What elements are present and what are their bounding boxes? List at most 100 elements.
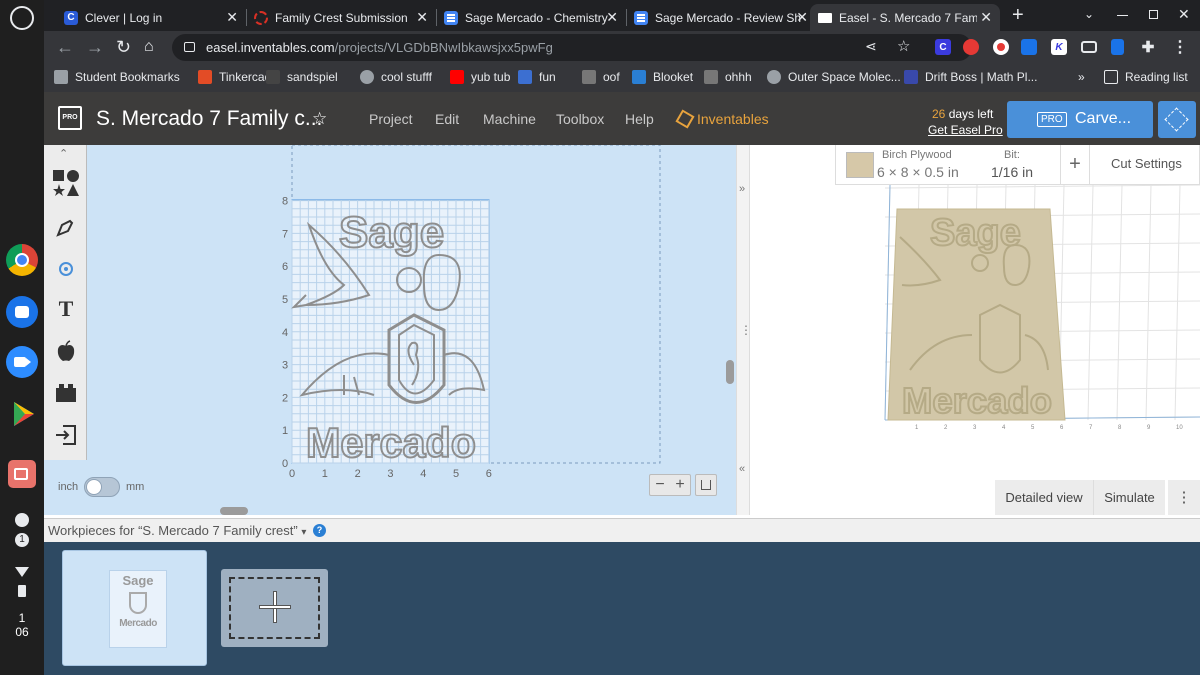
- tab-family-crest[interactable]: Family Crest Submission ✕: [246, 4, 436, 31]
- workpieces-label[interactable]: Workpieces for “S. Mercado 7 Family cres…: [48, 523, 306, 538]
- easel-logo-icon[interactable]: PRO: [58, 106, 82, 130]
- tab-easel[interactable]: Easel - S. Mercado 7 Famil ✕: [810, 4, 1000, 31]
- play-store-icon[interactable]: [6, 398, 38, 430]
- favorite-star-icon[interactable]: ☆: [312, 109, 327, 129]
- close-window-icon[interactable]: ✕: [1178, 6, 1190, 23]
- help-icon[interactable]: ?: [313, 524, 326, 537]
- launcher-icon[interactable]: [10, 6, 34, 30]
- chevron-down-icon[interactable]: ▾: [301, 527, 306, 538]
- zoom-icon[interactable]: [6, 346, 38, 378]
- menu-inventables[interactable]: Inventables: [697, 111, 769, 127]
- close-icon[interactable]: ✕: [796, 9, 808, 26]
- bookmark-7[interactable]: Blooket: [632, 70, 693, 84]
- bookmark-1[interactable]: Tinkercad: [198, 70, 271, 84]
- bit-value[interactable]: 1/16 in: [991, 164, 1033, 180]
- panel-divider[interactable]: » ⋮ «: [736, 145, 752, 515]
- zoom-in-button[interactable]: +: [675, 476, 684, 494]
- material-name[interactable]: Birch Plywood: [882, 149, 952, 161]
- system-tray[interactable]: 1 1 06: [0, 505, 44, 639]
- bookmark-2[interactable]: sandspiel: [266, 70, 338, 84]
- add-workpiece-button[interactable]: [221, 569, 328, 647]
- bookmark-8[interactable]: ohhh: [704, 70, 752, 84]
- site-info-icon[interactable]: [184, 42, 195, 52]
- chrome-menu-icon[interactable]: ⋮: [1172, 39, 1188, 56]
- reload-icon[interactable]: ↻: [116, 37, 131, 57]
- new-tab-button[interactable]: +: [1012, 4, 1024, 27]
- menu-toolbox[interactable]: Toolbox: [556, 111, 604, 127]
- exit-app-icon[interactable]: [8, 460, 36, 488]
- apple-icon[interactable]: [50, 335, 82, 367]
- shapes-icon[interactable]: [50, 167, 82, 199]
- extension-trash-icon[interactable]: [1111, 39, 1124, 55]
- reading-list[interactable]: Reading list: [1104, 70, 1188, 84]
- collapse-up-icon[interactable]: ⌃: [59, 147, 68, 160]
- menu-edit[interactable]: Edit: [435, 111, 459, 127]
- more-options-icon[interactable]: ⋮: [1168, 480, 1200, 515]
- scroll-handle-vertical[interactable]: [726, 360, 734, 384]
- crest-top-text[interactable]: Sage: [338, 207, 445, 258]
- home-icon[interactable]: ⌂: [144, 37, 154, 57]
- add-bit-button[interactable]: +: [1060, 145, 1090, 185]
- extension-screencast-icon[interactable]: [1021, 39, 1037, 55]
- bookmarks-overflow[interactable]: »: [1078, 70, 1085, 84]
- crest-bottom-text[interactable]: Mercado: [305, 418, 477, 467]
- minimize-icon[interactable]: [1117, 15, 1128, 16]
- cut-settings-button[interactable]: Cut Settings: [1111, 156, 1182, 171]
- extensions-puzzle-icon[interactable]: ✚: [1140, 39, 1156, 56]
- menu-project[interactable]: Project: [369, 111, 413, 127]
- expand-right-icon[interactable]: »: [739, 183, 745, 195]
- bookmark-3[interactable]: cool stufff: [360, 70, 432, 84]
- notification-dot: [15, 513, 29, 527]
- extension-chat-icon[interactable]: [963, 39, 979, 55]
- tab-clever[interactable]: C Clever | Log in ✕: [56, 4, 246, 31]
- bookmark-9[interactable]: Outer Space Molec...: [767, 70, 901, 84]
- zoom-home-button[interactable]: [695, 474, 717, 496]
- bookmark-10[interactable]: Drift Boss | Math Pl...: [904, 70, 1037, 84]
- address-bar[interactable]: easel.inventables.com/projects/VLGDbBNwI…: [172, 34, 972, 61]
- text-icon[interactable]: T: [50, 293, 82, 325]
- bookmark-star-icon[interactable]: ☆: [897, 37, 910, 55]
- unit-toggle[interactable]: [84, 477, 120, 497]
- restore-icon[interactable]: [1149, 10, 1158, 19]
- close-icon[interactable]: ✕: [226, 9, 238, 26]
- tab-review-doc[interactable]: Sage Mercado - Review Sh ✕: [626, 4, 816, 31]
- close-icon[interactable]: ✕: [980, 9, 992, 26]
- project-title[interactable]: S. Mercado 7 Family c...: [96, 107, 322, 131]
- camera-icon[interactable]: [6, 296, 38, 328]
- bookmark-5[interactable]: fun: [518, 70, 556, 84]
- carve-button[interactable]: PRO Carve...: [1007, 101, 1153, 138]
- bookmark-6[interactable]: oof: [582, 70, 620, 84]
- extension-screen-icon[interactable]: [1081, 41, 1097, 53]
- apps-bricks-icon[interactable]: [50, 377, 82, 409]
- workpiece-thumbnail[interactable]: Sage Mercado: [62, 550, 207, 666]
- move-machine-button[interactable]: [1158, 101, 1196, 138]
- design-canvas[interactable]: 0 1 2 3 4 5 6 0 1 2 3 4 5 6 7 8 Sage Mercado inch mm − …: [44, 145, 736, 515]
- share-icon[interactable]: ⋖: [865, 38, 877, 55]
- bookmark-4[interactable]: yub tub: [450, 70, 510, 84]
- target-icon[interactable]: [50, 253, 82, 285]
- material-swatch[interactable]: [846, 152, 874, 178]
- close-icon[interactable]: ✕: [606, 9, 618, 26]
- back-icon[interactable]: ←: [56, 37, 74, 57]
- forward-icon[interactable]: →: [86, 37, 104, 57]
- zoom-out-button[interactable]: −: [655, 476, 664, 494]
- extension-c-icon[interactable]: C: [935, 39, 951, 55]
- menu-machine[interactable]: Machine: [483, 111, 536, 127]
- detailed-view-button[interactable]: Detailed view: [995, 480, 1093, 515]
- pen-icon[interactable]: [50, 211, 82, 243]
- scroll-handle-horizontal[interactable]: [220, 507, 248, 515]
- menu-help[interactable]: Help: [625, 111, 654, 127]
- bookmark-0[interactable]: Student Bookmarks: [54, 70, 180, 84]
- extension-record-icon[interactable]: [993, 39, 1009, 55]
- preview-render[interactable]: Sage Mercado 1 2 3 4 5 6 7 8 9 10: [750, 145, 1200, 445]
- extension-k-icon[interactable]: K: [1051, 39, 1067, 55]
- tab-chemistry-doc[interactable]: Sage Mercado - Chemistry ✕: [436, 4, 626, 31]
- chrome-icon[interactable]: [6, 244, 38, 276]
- material-dims[interactable]: 6 × 8 × 0.5 in: [877, 164, 959, 180]
- simulate-button[interactable]: Simulate: [1093, 480, 1165, 515]
- get-pro-link[interactable]: Get Easel Pro: [928, 123, 1003, 137]
- collapse-left-icon[interactable]: «: [739, 463, 745, 475]
- tab-search-icon[interactable]: ⌄: [1084, 7, 1094, 21]
- close-icon[interactable]: ✕: [416, 9, 428, 26]
- import-icon[interactable]: [50, 419, 82, 451]
